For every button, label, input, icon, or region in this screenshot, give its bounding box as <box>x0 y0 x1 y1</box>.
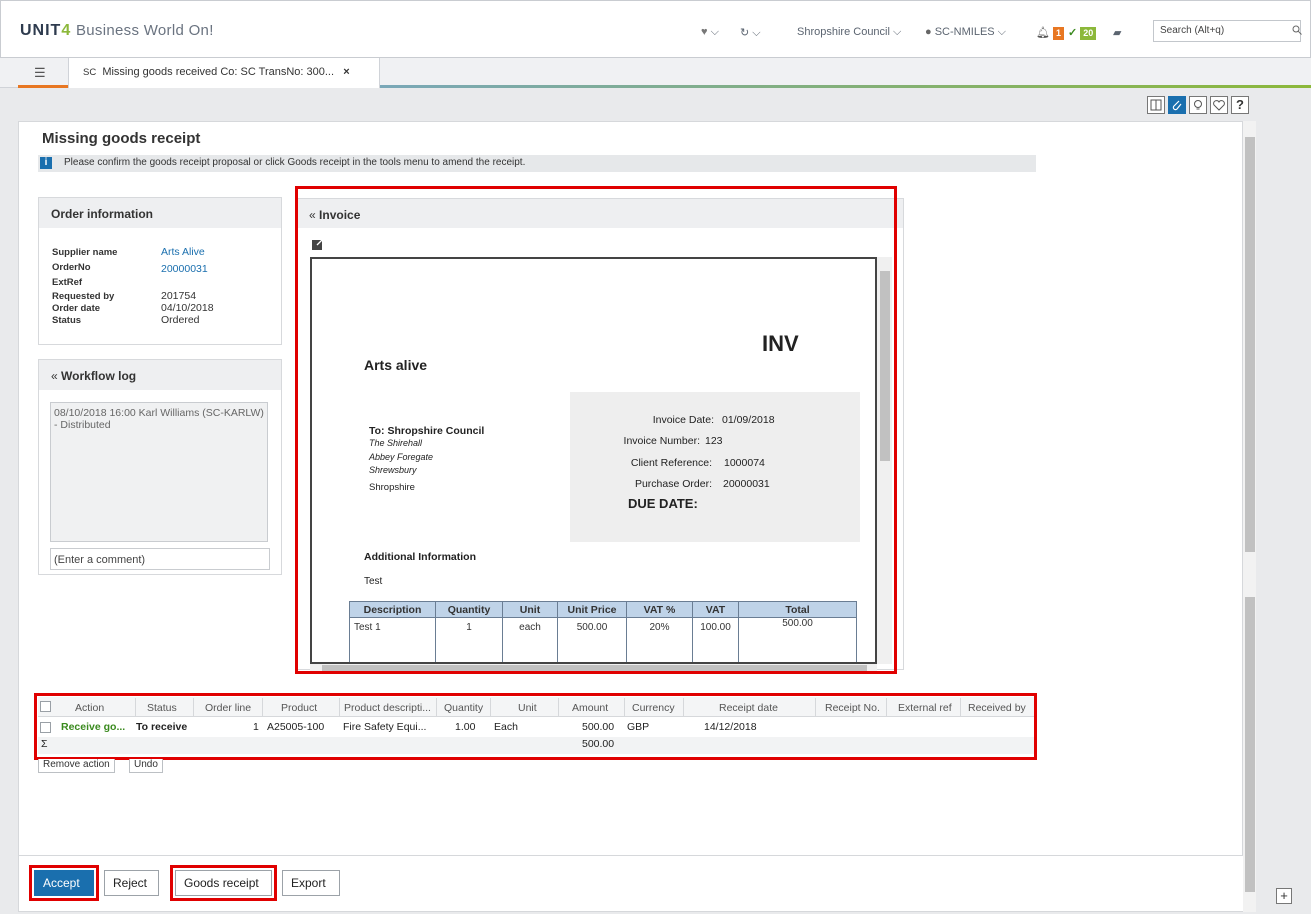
status-value: Ordered <box>161 314 200 326</box>
client-selector[interactable]: Shropshire Council ⌵ <box>797 26 901 39</box>
info-icon: i <box>40 157 52 169</box>
heart-icon: ♥ <box>701 26 708 38</box>
search-input[interactable]: Search (Alt+q) <box>1153 20 1301 42</box>
client-name: Shropshire Council <box>797 26 890 38</box>
workflow-log-heading: Workflow log <box>61 369 137 383</box>
order-no-label: OrderNo <box>52 262 91 273</box>
workflow-log-entry: 08/10/2018 16:00 Karl Williams (SC-KARLW… <box>50 402 268 542</box>
history-icon: ↻ <box>740 27 750 39</box>
chat-icon[interactable]: ▰ <box>1113 26 1121 39</box>
help-icon[interactable]: ? <box>1231 96 1249 114</box>
info-message: Please confirm the goods receipt proposa… <box>38 155 1036 172</box>
comment-input[interactable]: (Enter a comment) <box>50 548 270 570</box>
lightbulb-icon[interactable] <box>1189 96 1207 114</box>
product-name: Business World On! <box>75 22 214 39</box>
tab-missing-goods-received[interactable]: SC Missing goods received Co: SC TransNo… <box>68 58 380 88</box>
grid-highlight-box <box>34 693 1037 760</box>
accept-highlight-box <box>29 865 99 901</box>
main-scrollbar-thumb-lower[interactable] <box>1245 597 1255 892</box>
brand-name: UNIT <box>20 22 62 39</box>
undo-button[interactable]: Undo <box>129 759 163 773</box>
history-menu[interactable]: ↻ ⌵ <box>740 26 761 40</box>
search-icon[interactable] <box>1292 25 1302 35</box>
panel-layout-icon[interactable] <box>1147 96 1165 114</box>
add-panel-button[interactable]: + <box>1276 888 1292 904</box>
export-button[interactable]: Export <box>282 870 340 896</box>
requested-by-label: Requested by <box>52 291 115 302</box>
tasks-button[interactable]: ✓ 20 <box>1068 26 1097 40</box>
order-date-value: 04/10/2018 <box>161 302 214 314</box>
order-no-link[interactable]: 20000031 <box>161 263 208 275</box>
list-menu-icon: ☰ <box>34 65 46 80</box>
ext-ref-label: ExtRef <box>52 277 83 288</box>
check-icon: ✓ <box>1068 27 1078 39</box>
goods-receipt-highlight-box <box>170 865 277 901</box>
invoice-highlight-box <box>295 186 897 674</box>
status-label: Status <box>52 315 82 326</box>
tab-prefix: SC <box>83 67 97 78</box>
user-menu[interactable]: ● SC-NMILES ⌵ <box>925 26 1006 39</box>
bell-icon: 🔔︎ <box>1036 27 1050 39</box>
alerts-count-badge: 1 <box>1053 26 1065 40</box>
tab-title: Missing goods received Co: SC TransNo: 3… <box>102 66 335 78</box>
collapse-icon: « <box>51 369 58 383</box>
supplier-name-label: Supplier name <box>52 247 118 258</box>
requested-by-value: 201754 <box>161 290 197 302</box>
user-icon: ● <box>925 26 932 38</box>
menu-tab[interactable]: ☰ <box>18 58 68 88</box>
attachment-icon[interactable] <box>1168 96 1186 114</box>
reject-button[interactable]: Reject <box>104 870 159 896</box>
brand-digit: 4 <box>61 22 72 39</box>
favourite-icon[interactable] <box>1210 96 1228 114</box>
alerts-button[interactable]: 🔔︎ 1 <box>1036 26 1065 40</box>
favourites-menu[interactable]: ♥ ⌵ <box>701 26 719 39</box>
workflow-log-header[interactable]: « Workflow log <box>39 360 281 390</box>
order-date-label: Order date <box>52 303 101 314</box>
page-title: Missing goods receipt <box>42 130 201 147</box>
remove-action-button[interactable]: Remove action <box>38 759 115 773</box>
search-placeholder: Search (Alt+q) <box>1160 25 1225 36</box>
user-name: SC-NMILES <box>934 26 995 38</box>
close-icon[interactable]: × <box>343 66 349 78</box>
app-logo[interactable]: UNIT4 Business World On! <box>20 22 214 40</box>
order-information-heading: Order information <box>39 198 281 228</box>
tasks-count-badge: 20 <box>1080 26 1097 40</box>
supplier-name-link[interactable]: Arts Alive <box>161 246 205 258</box>
main-scrollbar-thumb[interactable] <box>1245 137 1255 552</box>
